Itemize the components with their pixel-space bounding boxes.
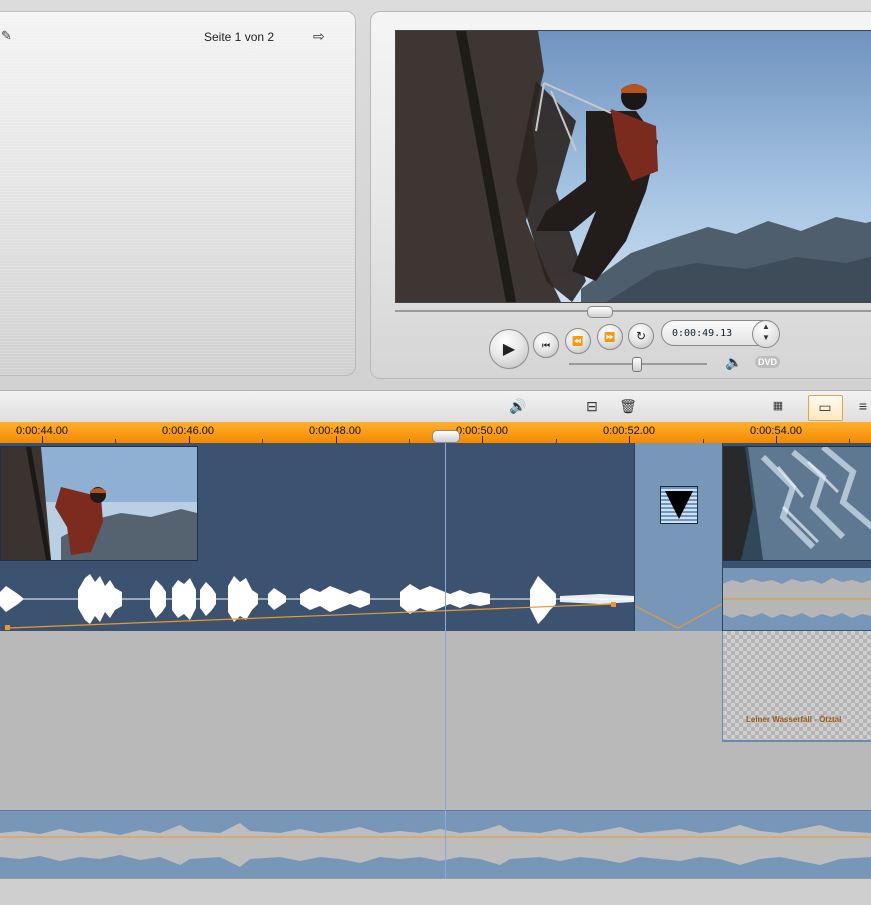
funnel-icon bbox=[665, 491, 693, 519]
transition-audio-fade bbox=[635, 603, 722, 629]
volume-slider-handle[interactable] bbox=[632, 357, 642, 372]
ruler-tick bbox=[189, 436, 190, 443]
timeline-view-icon: ▭ bbox=[818, 399, 832, 415]
timeline-scrollbar[interactable] bbox=[0, 878, 871, 905]
play-icon[interactable]: ▶ bbox=[489, 329, 529, 369]
preview-scrubber-track[interactable] bbox=[395, 310, 871, 312]
chevron-up-icon[interactable]: ▲ bbox=[753, 321, 779, 332]
album-panel-texture bbox=[0, 12, 355, 375]
timecode-stepper[interactable]: ▲ ▼ bbox=[752, 320, 780, 348]
preview-scrubber-handle[interactable] bbox=[587, 306, 613, 318]
transition-icon bbox=[660, 486, 698, 524]
audio-scrub-icon[interactable]: 🔊 bbox=[508, 397, 528, 415]
waterfall-thumbnail bbox=[723, 447, 871, 560]
ruler-tick bbox=[336, 436, 337, 443]
climber-thumbnail bbox=[1, 447, 197, 560]
arrow-right-icon[interactable]: ⇨ bbox=[313, 28, 329, 44]
music-waveform bbox=[0, 823, 871, 867]
video-clip-waterfall[interactable] bbox=[722, 446, 871, 561]
title-clip[interactable]: Leiner Wasserfall - Ötztal bbox=[722, 631, 871, 742]
ruler-tick bbox=[776, 436, 777, 443]
overlay-track[interactable] bbox=[0, 742, 871, 810]
ruler-label: 0:00:46.00 bbox=[162, 425, 214, 437]
rewind-icon[interactable]: ⏪ bbox=[565, 328, 591, 354]
audio-waveform bbox=[0, 574, 634, 630]
album-panel: ✎ Seite 1 von 2 ⇨ bbox=[0, 11, 356, 376]
timeline-toolbar: 🔊 ⊟ 🗑 ▦ ▭ ≡ bbox=[0, 390, 871, 423]
loop-icon[interactable]: ↻ bbox=[628, 323, 654, 349]
player-panel: ▶ ⏮ ⏪ ⏩ ↻ 0:00:49.13 ▲ ▼ 🔈 DVD bbox=[370, 11, 871, 379]
waterfall-audio-waveform bbox=[722, 568, 871, 630]
climber-frame-image bbox=[396, 31, 871, 302]
ruler-tick bbox=[42, 436, 43, 443]
transition-clip[interactable] bbox=[634, 443, 723, 631]
go-to-start-icon[interactable]: ⏮ bbox=[533, 332, 559, 358]
video-clip-climber[interactable] bbox=[0, 446, 198, 561]
playhead-handle[interactable] bbox=[432, 430, 460, 443]
ruler-label: 0:00:48.00 bbox=[309, 425, 361, 437]
playhead-line[interactable] bbox=[445, 443, 446, 879]
ruler-tick bbox=[629, 436, 630, 443]
timeline-view-button[interactable]: ▭ bbox=[808, 395, 843, 421]
chevron-down-icon[interactable]: ▼ bbox=[753, 332, 779, 343]
trash-icon[interactable]: 🗑 bbox=[618, 397, 638, 415]
dvd-badge[interactable]: DVD bbox=[755, 356, 781, 368]
razor-split-icon[interactable]: ⊟ bbox=[582, 397, 602, 415]
original-audio-track[interactable] bbox=[0, 568, 871, 632]
music-track[interactable] bbox=[0, 810, 871, 879]
video-preview bbox=[395, 30, 871, 303]
speaker-icon[interactable]: 🔈 bbox=[725, 354, 742, 371]
page-label: Seite 1 von 2 bbox=[204, 30, 275, 44]
storyboard-view-icon[interactable]: ▦ bbox=[768, 397, 788, 415]
text-view-icon[interactable]: ≡ bbox=[853, 397, 871, 415]
wand-icon[interactable]: ✎ bbox=[1, 28, 12, 44]
fast-forward-icon[interactable]: ⏩ bbox=[597, 324, 623, 350]
ruler-tick bbox=[482, 436, 483, 443]
title-clip-text: Leiner Wasserfall - Ötztal bbox=[746, 715, 842, 724]
